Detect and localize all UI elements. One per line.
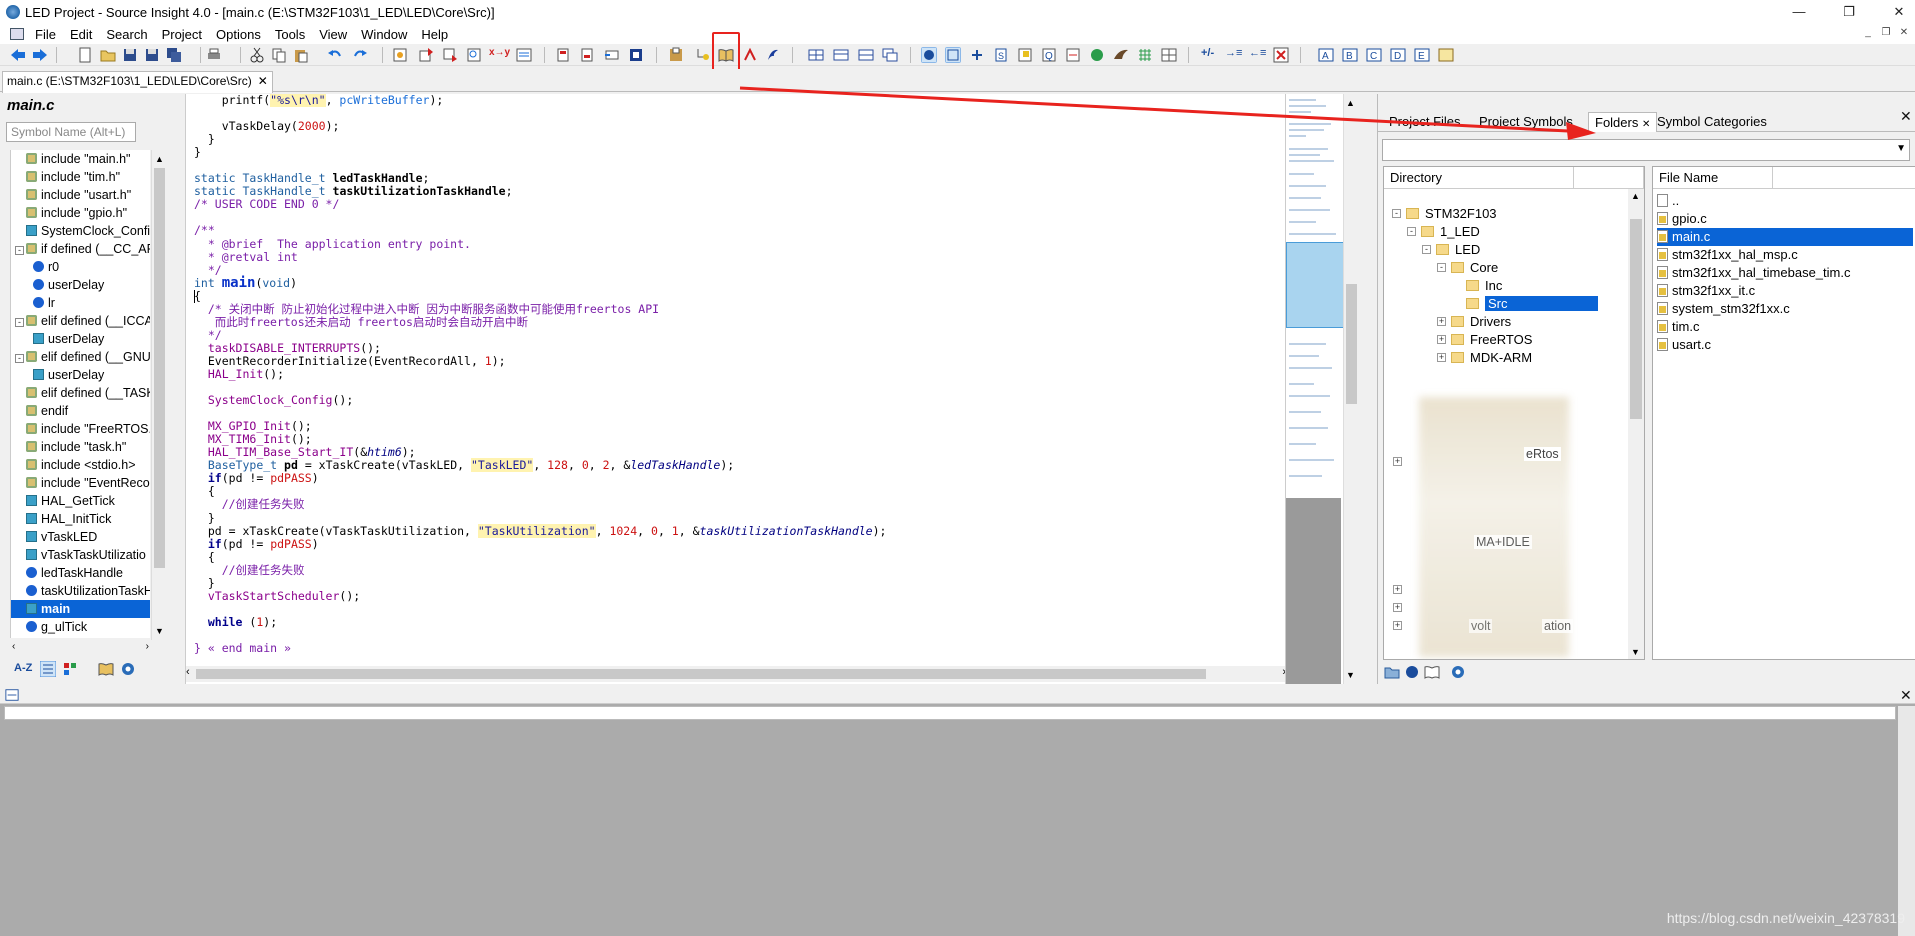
source-insight-window: LED Project - Source Insight 4.0 - [main… xyxy=(0,0,1915,936)
annotation-arrow xyxy=(739,86,1596,140)
